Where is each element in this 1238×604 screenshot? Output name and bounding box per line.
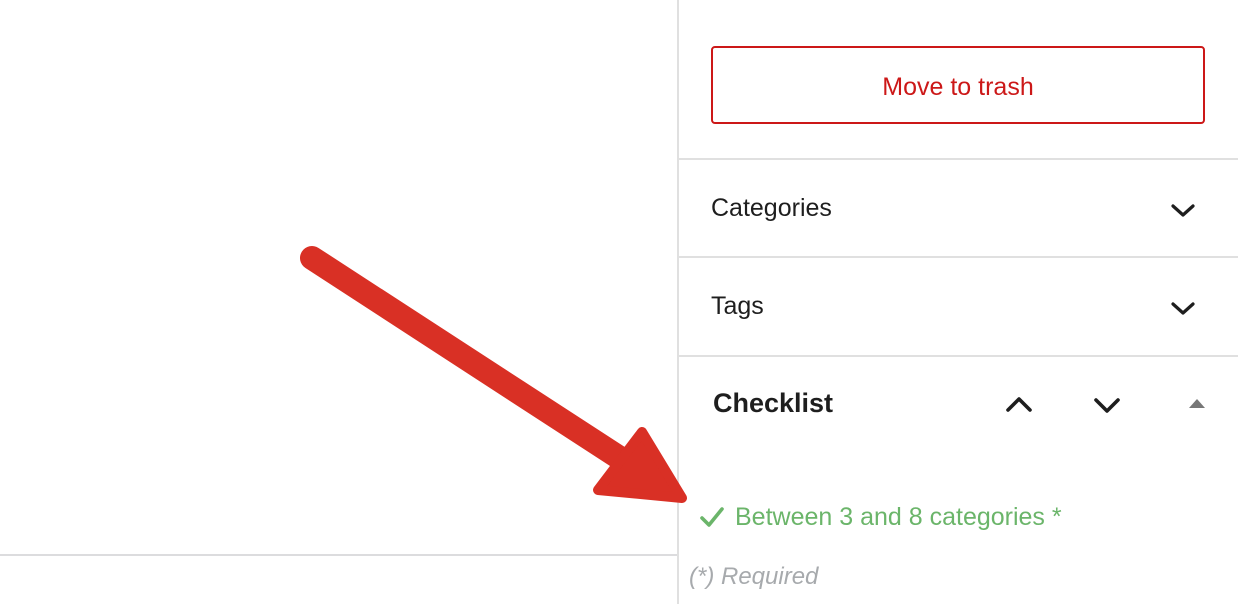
trash-panel: Move to trash xyxy=(679,0,1238,160)
checklist-item: Between 3 and 8 categories * xyxy=(699,499,1062,535)
collapse-triangle-icon[interactable] xyxy=(1177,385,1217,425)
move-down-icon[interactable] xyxy=(1087,385,1127,425)
panel-categories[interactable]: Categories xyxy=(679,160,1238,258)
checklist-item-label: Between 3 and 8 categories * xyxy=(735,502,1062,531)
checkmark-icon xyxy=(700,507,724,527)
panel-tags-label: Tags xyxy=(711,292,764,320)
move-to-trash-button[interactable]: Move to trash xyxy=(711,46,1205,124)
panel-checklist: Checklist Between 3 and 8 categories * (… xyxy=(679,355,1238,604)
move-up-icon[interactable] xyxy=(999,385,1039,425)
chevron-down-icon[interactable] xyxy=(1167,194,1199,226)
screen: Move to trash Categories Tags Checklist xyxy=(0,0,1238,604)
settings-sidebar: Move to trash Categories Tags Checklist xyxy=(677,0,1238,604)
required-note: (*) Required xyxy=(689,563,819,590)
checklist-title: Checklist xyxy=(713,388,834,418)
chevron-down-icon[interactable] xyxy=(1167,292,1199,324)
editor-content-area[interactable] xyxy=(0,0,677,604)
panel-categories-label: Categories xyxy=(711,194,832,222)
panel-tags[interactable]: Tags xyxy=(679,258,1238,354)
editor-divider xyxy=(0,554,677,556)
